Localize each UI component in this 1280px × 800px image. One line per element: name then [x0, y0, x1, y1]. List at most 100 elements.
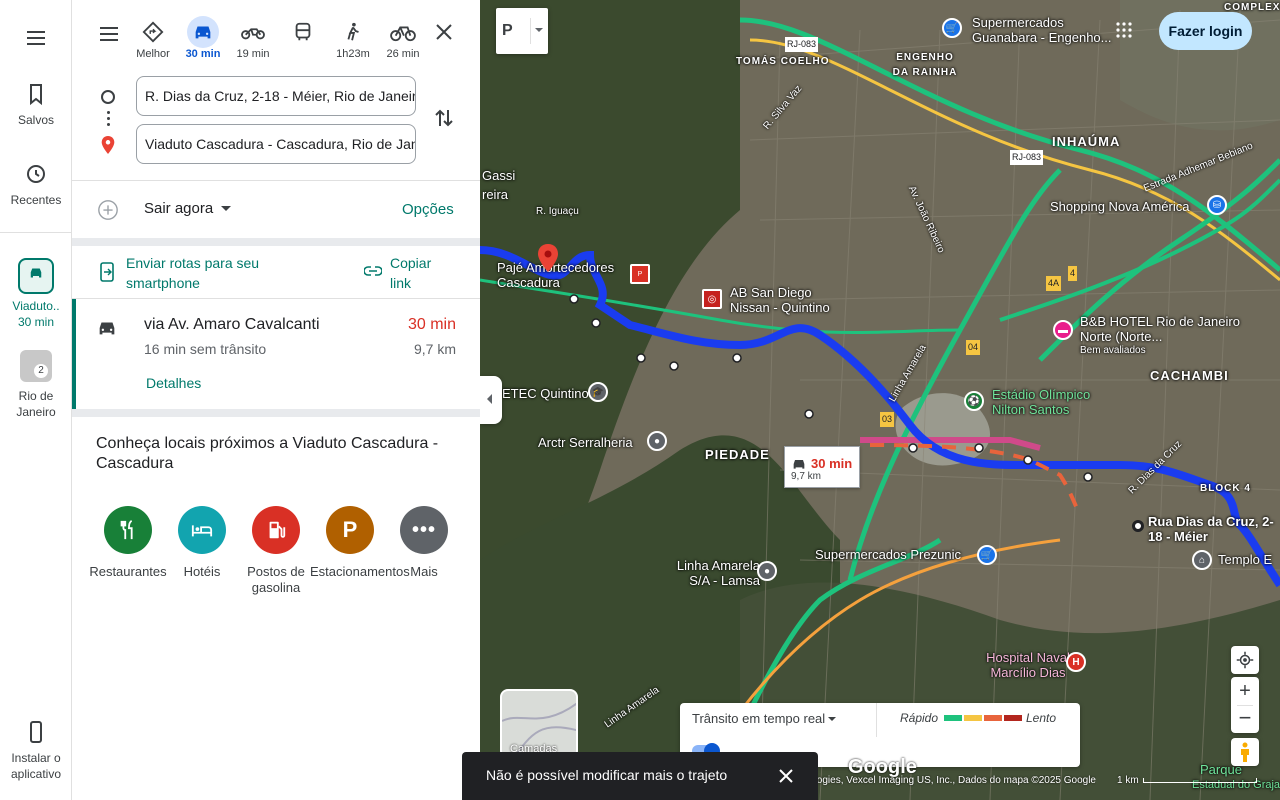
map-canvas[interactable]: COMPLEXO RJ-083 RJ-083 TOMÁS COELHO ENGE… — [480, 0, 1280, 800]
category-parking[interactable]: P Estacionamentos — [310, 506, 410, 580]
route-option-card[interactable]: via Av. Amaro Cavalcanti 30 min 16 min s… — [72, 299, 480, 409]
poi-estadio-olimpico[interactable]: Estádio Olímpico Nilton Santos — [992, 387, 1102, 417]
recent-button[interactable]: Recentes — [0, 162, 72, 208]
layers-button[interactable]: Camadas — [500, 689, 578, 759]
scale-label: 1 km — [1117, 775, 1139, 786]
supermarket-icon[interactable]: 🛒 — [977, 545, 997, 565]
mode-bicycle-label: 26 min — [386, 48, 420, 60]
menu-icon — [27, 31, 45, 45]
poi-arctr-serralheria[interactable]: Arctr Serralheria — [538, 435, 633, 450]
my-location-button[interactable] — [1231, 646, 1259, 674]
category-gas-stations[interactable]: Postos de gasolina — [236, 506, 316, 596]
mode-best[interactable]: Melhor — [128, 16, 178, 60]
poi-templo[interactable]: Templo E — [1218, 552, 1272, 567]
mode-transit[interactable] — [278, 16, 328, 48]
saved-label: Salvos — [17, 113, 55, 127]
selected-route-bar — [72, 299, 76, 409]
send-to-phone-link[interactable]: Enviar rotas para seu smartphone — [126, 253, 296, 293]
more-label: Mais — [410, 564, 438, 579]
chevron-left-icon — [487, 394, 492, 404]
category-restaurants[interactable]: Restaurantes — [88, 506, 168, 580]
my-location-icon — [1236, 651, 1254, 669]
add-stop-button[interactable] — [97, 199, 119, 226]
zoom-out-button[interactable]: − — [1231, 705, 1259, 733]
paje-logo-icon[interactable]: P — [630, 264, 650, 284]
route-via: via Av. Amaro Cavalcanti — [144, 316, 320, 333]
copy-link-button[interactable]: Copiar link — [390, 253, 450, 293]
install-label: Instalar o aplicativo — [10, 751, 62, 781]
route-callout[interactable]: 30 min 9,7 km — [784, 446, 860, 488]
poi-pin-icon[interactable]: ● — [757, 561, 777, 581]
destination-marker-icon[interactable] — [538, 244, 558, 272]
poi-supermercados-guanabara[interactable]: Supermercados Guanabara - Engenho... — [972, 15, 1132, 45]
poi-pin-icon[interactable]: ● — [647, 431, 667, 451]
nissan-logo-icon[interactable]: ◎ — [702, 289, 722, 309]
mode-motorcycle[interactable]: 19 min — [228, 16, 278, 60]
collapse-panel-button[interactable] — [480, 376, 502, 424]
poi-bb-hotel[interactable]: B&B HOTEL Rio de Janeiro Norte (Norte... — [1080, 314, 1240, 344]
mode-bicycle[interactable]: 26 min — [378, 16, 428, 60]
map-road-rj083-a: RJ-083 — [785, 37, 819, 52]
caret-down-icon — [535, 28, 543, 32]
poi-shopping-nova-america[interactable]: Shopping Nova América — [1050, 199, 1189, 214]
rail-history-item[interactable]: 2 Rio de Janeiro — [0, 350, 72, 420]
directions-panel: Melhor 30 min 19 min 1h23m 26 min R. Dia… — [72, 0, 480, 800]
rail-history-thumb: 2 — [20, 350, 52, 382]
poi-paje-amortecedores[interactable]: Pajé Amortecedores Cascadura — [497, 260, 647, 290]
rail-current-route[interactable]: Viaduto.. 30 min — [0, 258, 72, 330]
hotel-icon — [178, 506, 226, 554]
poi-lamsa[interactable]: Linha Amarela S/A - Lamsa — [660, 558, 760, 588]
poi-etec-quintino[interactable]: ETEC Quintino — [502, 386, 589, 401]
map-label-block-4: BLOCK 4 — [1200, 483, 1251, 494]
rail-divider — [0, 232, 72, 233]
shopping-icon[interactable]: ⛁ — [1207, 195, 1227, 215]
motorcycle-icon — [241, 28, 265, 40]
origin-marker-icon[interactable] — [1132, 520, 1144, 532]
bicycle-icon — [390, 26, 416, 42]
close-icon[interactable] — [778, 768, 794, 784]
route-details-link[interactable]: Detalhes — [146, 375, 201, 391]
poi-supermercados-prezunic[interactable]: Supermercados Prezunic — [815, 547, 961, 562]
map-exit-03: 03 — [880, 412, 895, 427]
panel-menu-button[interactable] — [97, 22, 121, 51]
hotel-pin-icon[interactable]: ▬ — [1053, 320, 1073, 340]
hospital-icon[interactable]: H — [1066, 652, 1086, 672]
menu-icon — [100, 27, 118, 41]
destination-input[interactable]: Viaduto Cascadura - Cascadura, Rio de Ja… — [136, 124, 416, 164]
saved-button[interactable]: Salvos — [0, 82, 72, 128]
menu-button[interactable] — [0, 26, 72, 56]
mode-walk[interactable]: 1h23m — [328, 16, 378, 60]
category-more[interactable]: ••• Mais — [384, 506, 464, 580]
depart-now-dropdown[interactable]: Sair agora — [144, 200, 232, 217]
sign-in-button[interactable]: Fazer login — [1159, 12, 1252, 50]
callout-distance: 9,7 km — [791, 471, 822, 482]
options-button[interactable]: Opções — [402, 201, 454, 218]
close-directions-button[interactable] — [432, 20, 456, 49]
street-view-pegman[interactable] — [1231, 738, 1259, 766]
minus-icon: − — [1238, 705, 1252, 730]
temple-icon[interactable]: ⌂ — [1192, 550, 1212, 570]
parking-icon: P — [326, 506, 374, 554]
mode-best-label: Melhor — [136, 48, 170, 60]
swap-button[interactable] — [432, 106, 456, 135]
toast: Não é possível modificar mais o trajeto — [462, 752, 818, 800]
toast-message: Não é possível modificar mais o trajeto — [486, 767, 728, 783]
dots-connector-icon — [107, 111, 110, 114]
depart-label: Sair agora — [144, 200, 214, 217]
traffic-dropdown[interactable]: Trânsito em tempo real — [692, 711, 825, 726]
caret-down-icon — [221, 206, 232, 211]
apps-grid-icon[interactable] — [1116, 22, 1132, 38]
mode-motorcycle-label: 19 min — [236, 48, 270, 60]
caret-down-icon — [828, 717, 836, 721]
stadium-icon[interactable]: ⚽ — [964, 391, 984, 411]
zoom-in-button[interactable]: + — [1231, 677, 1259, 705]
install-app-button[interactable]: Instalar o aplicativo — [0, 720, 72, 782]
poi-nissan[interactable]: AB San Diego Nissan - Quintino — [730, 285, 850, 315]
origin-input[interactable]: R. Dias da Cruz, 2-18 - Méier, Rio de Ja… — [136, 76, 416, 116]
category-hotels[interactable]: Hotéis — [162, 506, 242, 580]
school-icon[interactable]: 🎓 — [588, 382, 608, 402]
phone-icon — [30, 721, 42, 743]
supermarket-icon[interactable]: 🛒 — [942, 18, 962, 38]
parking-filter-button[interactable]: P — [496, 8, 548, 54]
mode-car[interactable]: 30 min — [178, 16, 228, 60]
